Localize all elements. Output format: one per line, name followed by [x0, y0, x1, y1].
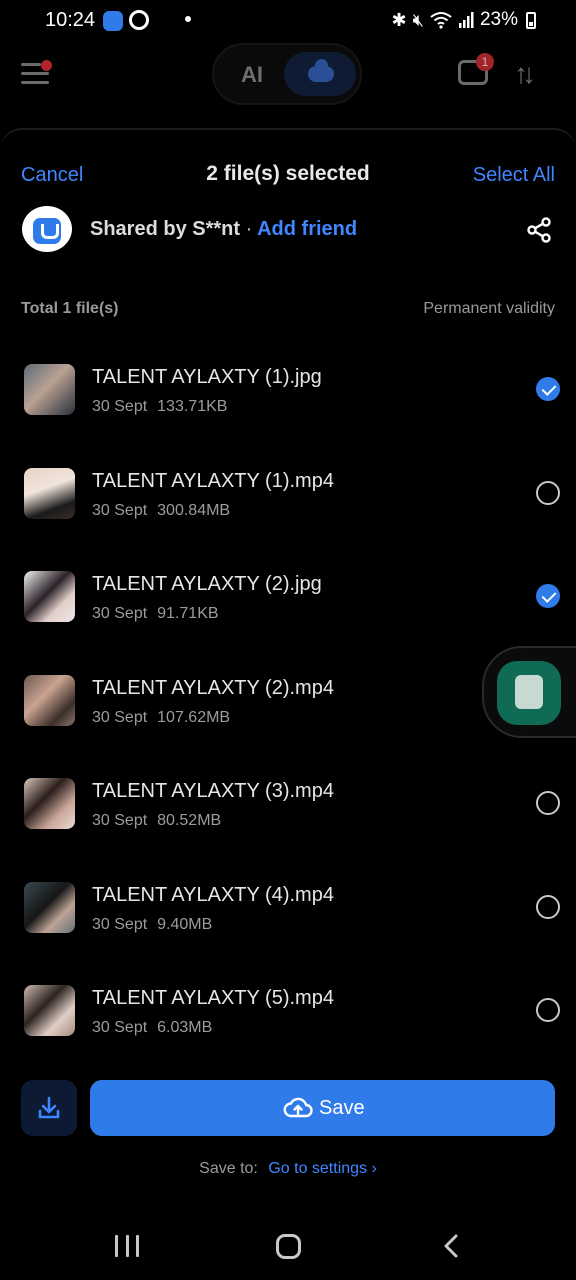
- file-checkbox[interactable]: [536, 480, 560, 505]
- app-notification-icon: [103, 11, 123, 31]
- file-size: 91.71KB: [157, 605, 219, 622]
- file-meta: 30 Sept 91.71KB: [92, 605, 219, 623]
- file-row[interactable]: TALENT AYLAXTY (4).mp4 30 Sept 9.40MB: [0, 862, 576, 966]
- total-files-label: Total 1 file(s): [21, 300, 119, 317]
- status-time: 10:24: [45, 9, 96, 31]
- sharer-row: Shared by S**nt · Add friend: [0, 204, 576, 256]
- sim-card-icon: [497, 661, 561, 725]
- mute-icon: 🔇︎: [412, 10, 424, 30]
- file-size: 300.84MB: [157, 501, 231, 519]
- save-to-label: Save to:: [199, 1160, 258, 1177]
- back-button[interactable]: [442, 1234, 460, 1258]
- file-thumbnail: [24, 674, 75, 726]
- wifi-icon: [430, 12, 452, 29]
- mode-ai-tab[interactable]: AI: [241, 62, 263, 88]
- sheet-header: Cancel 2 file(s) selected Select All: [0, 160, 576, 192]
- app-bar: AI 1 ↑↓: [0, 40, 576, 110]
- file-name: TALENT AYLAXTY (5).mp4: [92, 987, 334, 1009]
- total-row: Total 1 file(s) Permanent validity: [0, 300, 576, 324]
- file-size: 9.40MB: [157, 915, 213, 933]
- file-meta: 30 Sept 9.40MB: [92, 916, 212, 934]
- file-checkbox[interactable]: [536, 998, 560, 1022]
- file-name: TALENT AYLAXTY (4).mp4: [92, 883, 334, 906]
- file-date: 30 Sept: [92, 708, 148, 726]
- notification-dot-icon: [185, 16, 191, 22]
- file-meta: 30 Sept 80.52MB: [92, 812, 221, 830]
- home-button[interactable]: [276, 1234, 301, 1259]
- status-bar: 10:24 ✱ 🔇︎ 23%: [0, 0, 576, 40]
- file-date: 30 Sept: [92, 605, 148, 622]
- file-row[interactable]: TALENT AYLAXTY (1).mp4 30 Sept 300.84MB: [0, 448, 576, 552]
- cloud-upload-icon: [283, 1097, 313, 1118]
- file-date: 30 Sept: [92, 812, 148, 829]
- ring-icon: [129, 10, 149, 30]
- bluetooth-icon: ✱: [391, 10, 407, 30]
- file-size: 6.03MB: [157, 1019, 213, 1036]
- chevron-right-icon: ›: [371, 1160, 377, 1177]
- file-thumbnail: [24, 467, 75, 519]
- file-thumbnail: [24, 985, 75, 1036]
- select-all-button[interactable]: Select All: [473, 164, 555, 187]
- file-checkbox[interactable]: [536, 894, 560, 919]
- file-row[interactable]: TALENT AYLAXTY (2).jpg 30 Sept 91.71KB: [0, 551, 576, 655]
- sort-icon[interactable]: ↑↓: [514, 58, 536, 90]
- recents-button[interactable]: [115, 1235, 139, 1257]
- chat-badge: 1: [476, 53, 494, 71]
- file-checkbox[interactable]: [536, 377, 560, 401]
- download-icon: [38, 1096, 60, 1119]
- menu-notification-dot: [41, 60, 52, 71]
- file-date: 30 Sept: [92, 1019, 148, 1036]
- file-name: TALENT AYLAXTY (3).mp4: [92, 780, 334, 802]
- file-size: 133.71KB: [157, 398, 228, 415]
- file-thumbnail: [24, 364, 75, 415]
- file-name: TALENT AYLAXTY (2).jpg: [92, 573, 322, 595]
- download-button[interactable]: [21, 1080, 77, 1136]
- file-thumbnail: [24, 881, 75, 933]
- terabox-logo-icon: [33, 218, 61, 244]
- sharer-text: Shared by S**nt · Add friend: [90, 218, 357, 241]
- file-date: 30 Sept: [92, 501, 148, 519]
- mode-toggle[interactable]: AI: [212, 43, 362, 105]
- file-name: TALENT AYLAXTY (2).mp4: [92, 676, 334, 699]
- file-row[interactable]: TALENT AYLAXTY (5).mp4 30 Sept 6.03MB: [0, 965, 576, 1069]
- file-thumbnail: [24, 778, 75, 829]
- file-date: 30 Sept: [92, 915, 148, 933]
- file-meta: 30 Sept 133.71KB: [92, 398, 227, 416]
- status-right-group: ✱ 🔇︎ 23%: [392, 9, 536, 31]
- add-friend-link[interactable]: Add friend: [257, 218, 357, 240]
- file-name: TALENT AYLAXTY (1).jpg: [92, 366, 322, 388]
- save-to-row: Save to: Go to settings ›: [0, 1160, 576, 1178]
- file-row[interactable]: TALENT AYLAXTY (1).jpg 30 Sept 133.71KB: [0, 344, 576, 448]
- sharer-avatar: [22, 206, 72, 252]
- file-name: TALENT AYLAXTY (1).mp4: [92, 469, 334, 492]
- cloud-icon: [308, 59, 334, 82]
- save-row: Save: [0, 1080, 576, 1136]
- file-date: 30 Sept: [92, 398, 148, 415]
- save-label: Save: [319, 1097, 365, 1119]
- mode-cloud-tab[interactable]: [284, 52, 356, 96]
- floating-widget[interactable]: [482, 646, 576, 738]
- go-to-settings-link[interactable]: Go to settings ›: [268, 1160, 377, 1177]
- file-checkbox[interactable]: [536, 584, 560, 608]
- file-row[interactable]: TALENT AYLAXTY (3).mp4 30 Sept 80.52MB: [0, 758, 576, 862]
- file-meta: 30 Sept 6.03MB: [92, 1019, 212, 1037]
- save-button[interactable]: Save: [90, 1080, 555, 1136]
- signal-icon: [458, 12, 474, 28]
- navigation-bar: [0, 1212, 576, 1280]
- file-size: 80.52MB: [157, 812, 222, 829]
- file-size: 107.62MB: [157, 708, 231, 726]
- separator: ·: [245, 218, 253, 240]
- share-icon[interactable]: [526, 217, 552, 243]
- go-to-settings-label: Go to settings: [268, 1160, 368, 1177]
- file-meta: 30 Sept 107.62MB: [92, 709, 230, 727]
- file-checkbox[interactable]: [536, 791, 560, 815]
- file-meta: 30 Sept 300.84MB: [92, 502, 230, 520]
- battery-percent: 23%: [479, 9, 518, 30]
- battery-icon: [526, 11, 536, 29]
- file-thumbnail: [24, 571, 75, 622]
- validity-label: Permanent validity: [423, 300, 555, 317]
- shared-by-label: Shared by S**nt: [90, 218, 241, 240]
